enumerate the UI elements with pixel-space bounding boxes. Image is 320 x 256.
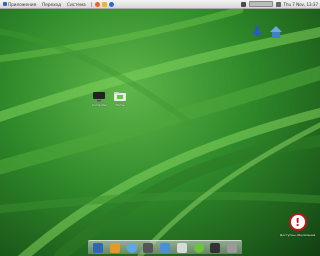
network-icon[interactable] — [240, 1, 246, 7]
desktop-icon-home[interactable]: Home — [114, 90, 126, 107]
finder-icon[interactable] — [93, 242, 103, 253]
download-icon[interactable] — [252, 26, 262, 38]
home-icon[interactable] — [270, 26, 282, 38]
update-icon[interactable] — [193, 242, 204, 253]
trash-icon[interactable] — [227, 242, 237, 253]
email-icon[interactable] — [101, 1, 107, 7]
menu-places[interactable]: Переход — [39, 2, 64, 7]
warning-icon: ! — [288, 213, 307, 231]
clock[interactable]: Thu 7 Nov, 13:37 — [284, 2, 318, 7]
separator — [90, 1, 92, 7]
desktop-icon-computer[interactable]: Computer — [92, 92, 107, 107]
home-folder-icon — [114, 92, 126, 101]
monitor-icon — [93, 92, 106, 102]
volume-icon[interactable] — [275, 1, 281, 7]
dock — [88, 240, 242, 254]
app-icon[interactable] — [160, 242, 170, 253]
update-notification[interactable]: ! Доступны обновления — [280, 213, 315, 237]
tools-icon[interactable] — [109, 242, 120, 253]
menu-system[interactable]: Система — [64, 2, 89, 7]
help-icon[interactable] — [108, 1, 114, 7]
media-icon[interactable] — [143, 242, 154, 253]
system-tray: Thu 7 Nov, 13:37 — [240, 0, 318, 8]
indicator-bar[interactable] — [248, 1, 273, 7]
calendar-icon[interactable] — [176, 242, 187, 253]
terminal-icon[interactable] — [210, 242, 221, 253]
desktop-wallpaper — [0, 0, 320, 256]
globe-icon[interactable] — [126, 242, 137, 253]
top-panel: Приложения Переход Система Thu 7 Nov, 13… — [0, 0, 320, 9]
menu-applications[interactable]: Приложения — [0, 2, 39, 7]
firefox-icon[interactable] — [94, 1, 100, 7]
foot-icon — [3, 2, 7, 6]
